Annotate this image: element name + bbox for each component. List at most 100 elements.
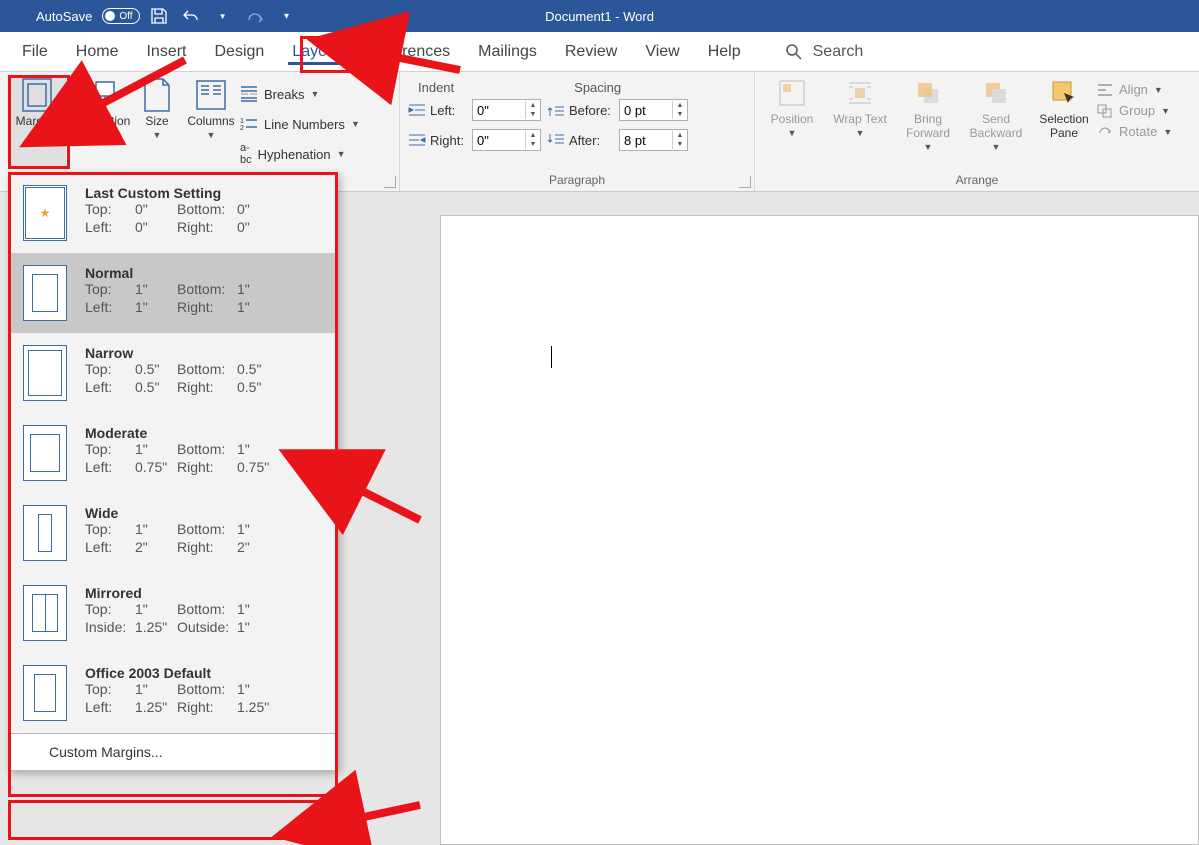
margin-key: Bottom:: [177, 441, 237, 457]
margin-preset-mirrored[interactable]: MirroredTop:1"Bottom:1"Inside:1.25"Outsi…: [9, 573, 337, 653]
columns-label: Columns: [187, 114, 234, 128]
document-page[interactable]: [440, 215, 1199, 845]
rotate-button[interactable]: Rotate▼: [1097, 124, 1172, 139]
autosave-toggle[interactable]: Off: [102, 8, 139, 24]
tab-insert[interactable]: Insert: [132, 35, 200, 69]
margin-key: Right:: [177, 459, 237, 475]
line-numbers-button[interactable]: 12 Line Numbers ▼: [240, 112, 360, 136]
selection-pane-label: Selection Pane: [1035, 112, 1093, 140]
indent-right-spinner[interactable]: ▲▼: [472, 129, 541, 151]
bring-forward-button[interactable]: Bring Forward ▼: [899, 76, 957, 152]
indent-header: Indent: [418, 80, 454, 95]
undo-icon[interactable]: [178, 3, 204, 29]
breaks-button[interactable]: Breaks ▼: [240, 82, 360, 106]
chevron-down-icon: ▼: [351, 119, 360, 129]
tab-view[interactable]: View: [631, 35, 693, 69]
indent-left-label: Left:: [430, 103, 468, 118]
chevron-down-icon: ▼: [207, 130, 216, 140]
chevron-down-icon: ▼: [337, 149, 346, 159]
spin-up-icon[interactable]: ▲: [673, 131, 687, 140]
spin-down-icon[interactable]: ▼: [673, 110, 687, 119]
search-box[interactable]: Search: [785, 43, 864, 61]
rotate-label: Rotate: [1119, 124, 1157, 139]
position-icon: [775, 76, 809, 110]
spacing-after-spinner[interactable]: ▲▼: [619, 129, 688, 151]
position-button[interactable]: Position ▼: [763, 76, 821, 138]
indent-right-icon: [408, 133, 426, 147]
tab-references[interactable]: References: [354, 35, 464, 69]
spin-up-icon[interactable]: ▲: [526, 131, 540, 140]
line-numbers-icon: 12: [240, 116, 258, 132]
chevron-down-icon: ▼: [788, 128, 797, 138]
margin-val: 0.75": [237, 459, 279, 475]
group-objects-button[interactable]: Group▼: [1097, 103, 1172, 118]
tab-mailings[interactable]: Mailings: [464, 35, 551, 69]
margins-button[interactable]: Margins ▼: [8, 76, 66, 166]
wrap-text-icon: [843, 76, 877, 110]
custom-margins-button[interactable]: Custom Margins...: [9, 733, 337, 770]
margin-preset-office-2003-default[interactable]: Office 2003 DefaultTop:1"Bottom:1"Left:1…: [9, 653, 337, 733]
tab-design[interactable]: Design: [200, 35, 278, 69]
spin-up-icon[interactable]: ▲: [673, 101, 687, 110]
margin-key: Bottom:: [177, 361, 237, 377]
margin-preset-details: MirroredTop:1"Bottom:1"Inside:1.25"Outsi…: [85, 585, 327, 635]
indent-left-input[interactable]: [473, 100, 525, 120]
margin-key: Right:: [177, 539, 237, 555]
spin-down-icon[interactable]: ▼: [673, 140, 687, 149]
margin-preset-title: Mirrored: [85, 585, 327, 601]
undo-dropdown-icon[interactable]: ▼: [210, 3, 236, 29]
window-title: Document1 - Word: [545, 9, 654, 24]
margin-val: 1": [237, 601, 279, 617]
tab-review[interactable]: Review: [551, 35, 631, 69]
margin-val: 0": [135, 219, 177, 235]
tab-file[interactable]: File: [8, 35, 62, 69]
margin-preset-last-custom-setting[interactable]: ★Last Custom SettingTop:0"Bottom:0"Left:…: [9, 173, 337, 253]
autosave-dot-icon: [105, 11, 115, 21]
spacing-before-spinner[interactable]: ▲▼: [619, 99, 688, 121]
margin-val: 1": [237, 299, 279, 315]
spin-down-icon[interactable]: ▼: [526, 140, 540, 149]
custom-margins-label: Custom Margins...: [49, 744, 163, 760]
indent-left-spinner[interactable]: ▲▼: [472, 99, 541, 121]
tab-help[interactable]: Help: [694, 35, 755, 69]
align-button[interactable]: Align▼: [1097, 82, 1172, 97]
margin-val: 1": [135, 521, 177, 537]
save-icon[interactable]: [146, 3, 172, 29]
margin-preset-moderate[interactable]: ModerateTop:1"Bottom:1"Left:0.75"Right:0…: [9, 413, 337, 493]
margin-val: 0": [237, 219, 279, 235]
paragraph-launcher[interactable]: [739, 176, 751, 188]
spacing-before-input[interactable]: [620, 100, 672, 120]
margins-dropdown: ★Last Custom SettingTop:0"Bottom:0"Left:…: [8, 172, 338, 771]
page-setup-launcher[interactable]: [384, 176, 396, 188]
spin-down-icon[interactable]: ▼: [526, 110, 540, 119]
wrap-text-button[interactable]: Wrap Text ▼: [831, 76, 889, 138]
margin-key: Left:: [85, 539, 135, 555]
orientation-button[interactable]: Orientation ▼: [72, 76, 130, 166]
qat-customize-icon[interactable]: ▾: [274, 3, 300, 29]
align-icon: [1097, 83, 1113, 97]
margin-preset-narrow[interactable]: NarrowTop:0.5"Bottom:0.5"Left:0.5"Right:…: [9, 333, 337, 413]
chevron-down-icon: ▼: [1154, 85, 1163, 95]
margin-preset-wide[interactable]: WideTop:1"Bottom:1"Left:2"Right:2": [9, 493, 337, 573]
redo-icon[interactable]: [242, 3, 268, 29]
tab-home[interactable]: Home: [62, 35, 133, 69]
search-icon: [785, 43, 803, 61]
margins-icon: [20, 78, 54, 112]
margin-preset-normal[interactable]: NormalTop:1"Bottom:1"Left:1"Right:1": [9, 253, 337, 333]
hyphenation-button[interactable]: a-bc Hyphenation ▼: [240, 142, 360, 166]
tab-layout[interactable]: Layout: [278, 35, 354, 69]
chevron-down-icon: ▼: [153, 130, 162, 140]
margin-preset-details: Last Custom SettingTop:0"Bottom:0"Left:0…: [85, 185, 327, 235]
send-backward-button[interactable]: Send Backward ▼: [967, 76, 1025, 152]
columns-button[interactable]: Columns ▼: [184, 76, 238, 166]
spin-up-icon[interactable]: ▲: [526, 101, 540, 110]
size-button[interactable]: Size ▼: [136, 76, 178, 166]
margin-val: 0.75": [135, 459, 177, 475]
indent-right-input[interactable]: [473, 130, 525, 150]
selection-pane-button[interactable]: Selection Pane: [1035, 76, 1093, 140]
spacing-after-input[interactable]: [620, 130, 672, 150]
breaks-label: Breaks: [264, 87, 304, 102]
margin-key: Right:: [177, 299, 237, 315]
columns-icon: [194, 78, 228, 112]
margin-val: 1": [135, 601, 177, 617]
